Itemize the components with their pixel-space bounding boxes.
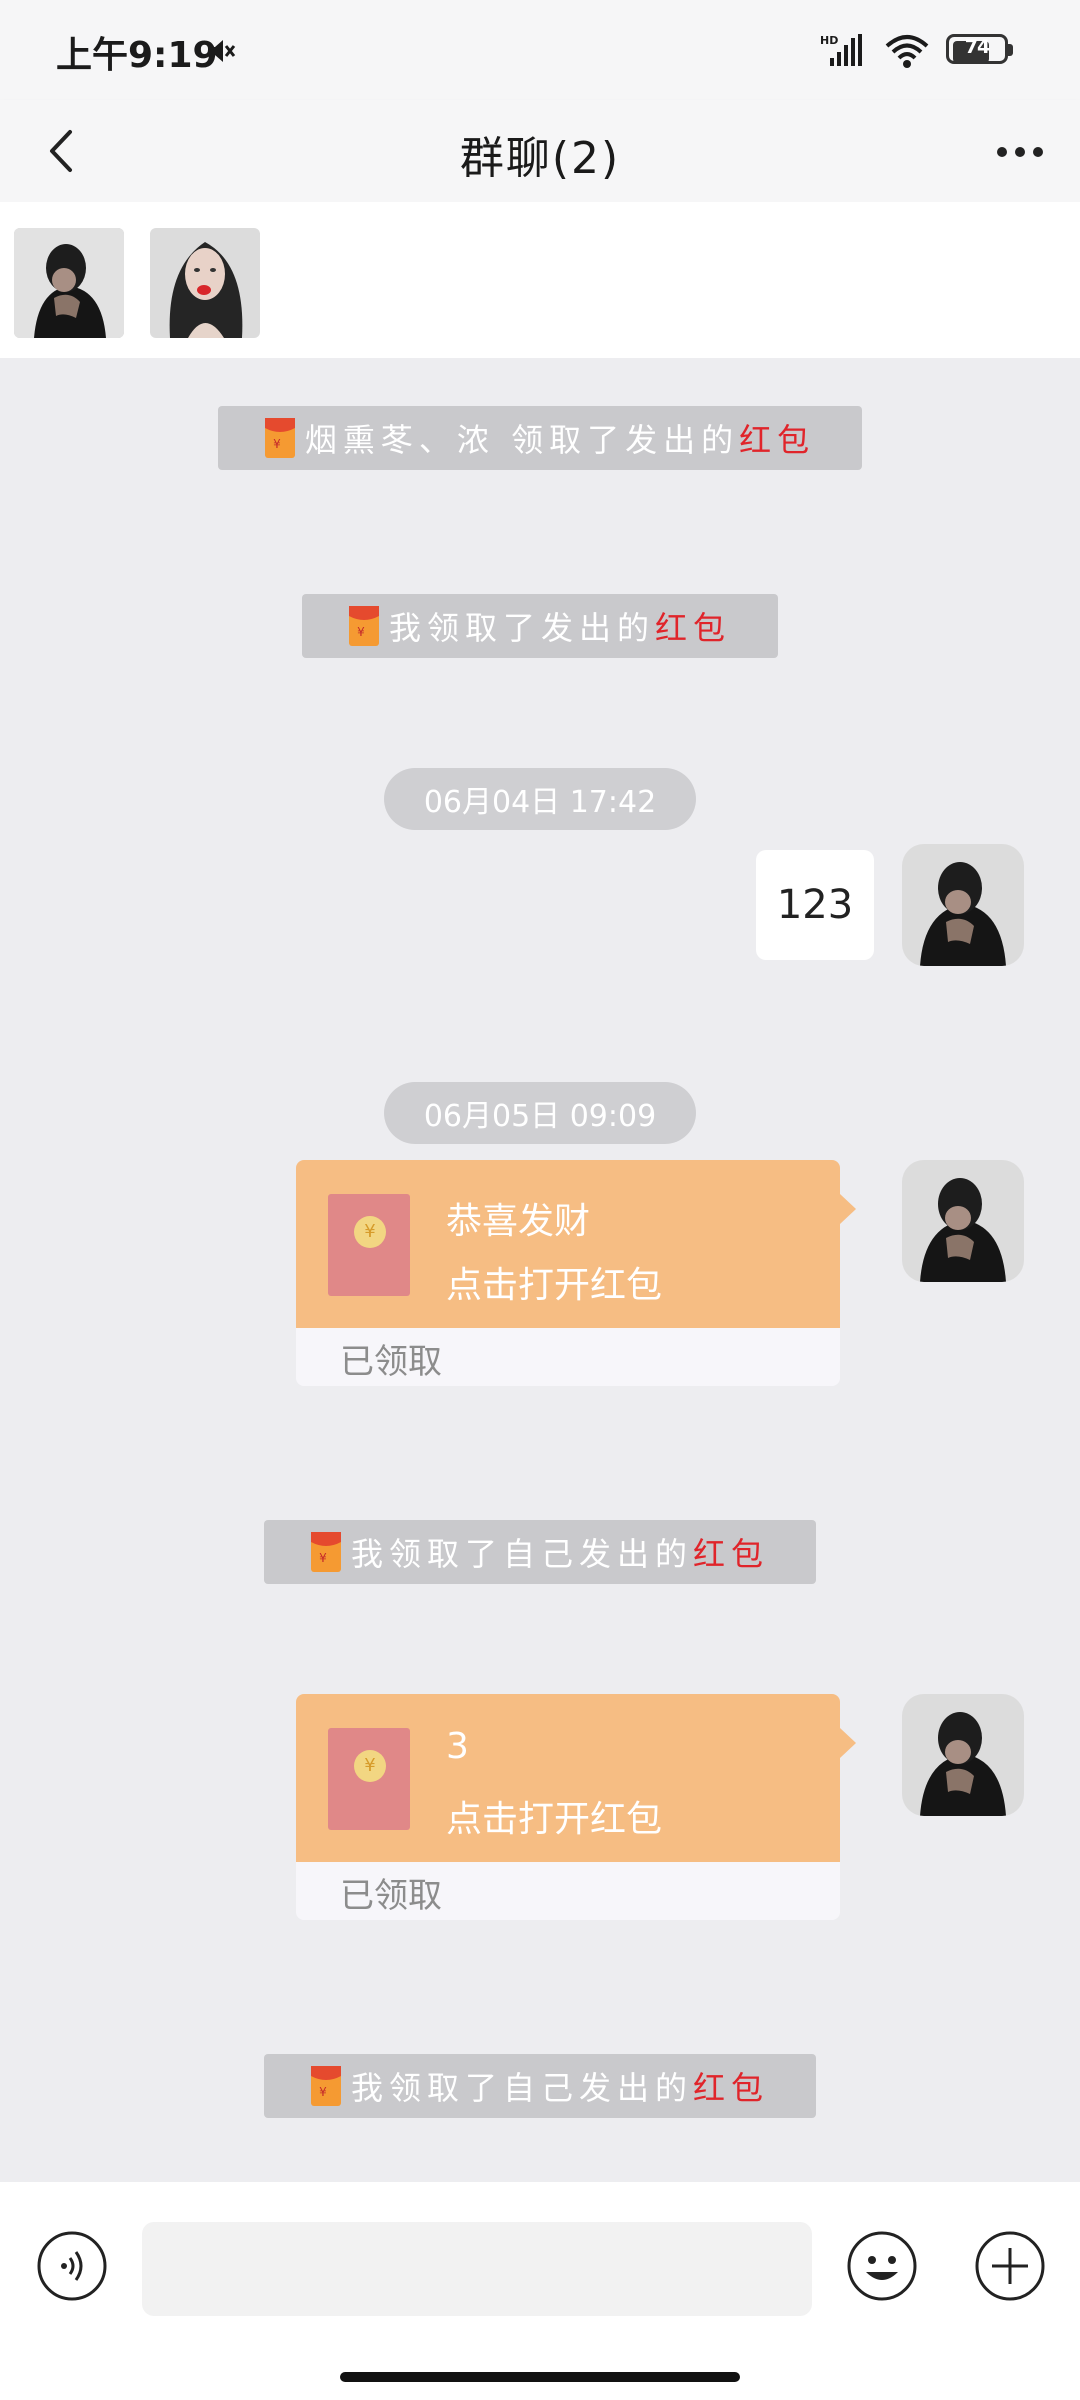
notice-text: 烟熏苳、浓 领取了发出的 <box>304 421 740 459</box>
red-packet-body: ¥ 3 点击打开红包 <box>296 1694 840 1862</box>
home-indicator[interactable] <box>340 2372 740 2382</box>
red-packet-icon: ¥ <box>310 1532 341 1572</box>
person-photo-icon <box>902 1160 1024 1282</box>
system-notice: ¥ 我领取了自己发出的 红包 <box>264 2054 816 2118</box>
red-packet-footer: 已领取 <box>296 1328 840 1386</box>
red-envelope-icon: ¥ <box>328 1194 410 1296</box>
red-packet-body: ¥ 恭喜发财 点击打开红包 <box>296 1160 840 1328</box>
svg-text:¥: ¥ <box>357 625 371 639</box>
avatar[interactable] <box>902 1694 1024 1816</box>
member-avatar[interactable] <box>150 228 260 338</box>
red-packet-link[interactable]: 红包 <box>655 603 731 649</box>
red-packet-link[interactable]: 红包 <box>693 1529 769 1575</box>
red-packet-subtitle: 点击打开红包 <box>446 1799 663 1840</box>
system-notice: ¥ 我领取了自己发出的 红包 <box>264 1520 816 1584</box>
svg-text:¥: ¥ <box>273 437 287 451</box>
battery-level: 74 <box>964 36 990 58</box>
input-bar <box>0 2182 1080 2400</box>
red-packet-subtitle: 点击打开红包 <box>446 1265 663 1306</box>
message-input[interactable] <box>142 2222 812 2316</box>
page-title: 群聊(2) <box>459 133 621 184</box>
mute-icon <box>209 40 236 62</box>
notice-text: 我领取了自己发出的 <box>350 1535 693 1573</box>
member-strip <box>0 202 1080 358</box>
bubble-tail <box>840 1194 856 1224</box>
red-packet-title: 3 <box>446 1726 469 1767</box>
timestamp: 06月04日 17:42 <box>384 768 696 830</box>
member-avatar[interactable] <box>14 228 124 338</box>
voice-icon[interactable] <box>36 2230 108 2302</box>
plus-icon[interactable] <box>974 2230 1046 2302</box>
red-packet-link[interactable]: 红包 <box>693 2063 769 2109</box>
system-notice: ¥ 烟熏苳、浓 领取了发出的 红包 <box>218 406 862 470</box>
red-packet-icon: ¥ <box>310 2066 341 2106</box>
wifi-icon <box>885 35 929 68</box>
chat-header: 群聊(2) <box>0 100 1080 202</box>
emoji-icon[interactable] <box>846 2230 918 2302</box>
coin-icon: ¥ <box>354 1750 386 1782</box>
svg-text:¥: ¥ <box>319 2085 333 2099</box>
status-bar: 上午9:19 HD 74 <box>0 0 1080 100</box>
battery-cap <box>1008 44 1013 56</box>
timestamp: 06月05日 09:09 <box>384 1082 696 1144</box>
status-time: 上午9:19 <box>56 35 218 76</box>
red-packet-status: 已领取 <box>340 1342 442 1382</box>
person-photo-icon <box>902 1694 1024 1816</box>
more-icon[interactable] <box>990 124 1050 180</box>
person-photo-icon <box>902 844 1024 966</box>
red-packet-title: 恭喜发财 <box>446 1201 591 1242</box>
person-photo-icon <box>150 228 260 338</box>
red-packet-icon: ¥ <box>264 418 295 458</box>
avatar[interactable] <box>902 844 1024 966</box>
avatar[interactable] <box>902 1160 1024 1282</box>
chat-area[interactable]: ¥ 烟熏苳、浓 领取了发出的 红包 ¥ 我领取了发出的 红包 06月04日 17:4… <box>0 358 1080 2182</box>
red-envelope-icon: ¥ <box>328 1728 410 1830</box>
svg-text:¥: ¥ <box>319 1551 333 1565</box>
bubble-tail <box>840 1728 856 1758</box>
person-photo-icon <box>14 228 124 338</box>
message-bubble[interactable]: 123 <box>756 850 874 960</box>
red-packet-status: 已领取 <box>340 1876 442 1916</box>
red-packet-footer: 已领取 <box>296 1862 840 1920</box>
red-packet-message[interactable]: ¥ 3 点击打开红包 已领取 <box>296 1694 856 1920</box>
notice-text: 我领取了发出的 <box>388 609 655 647</box>
signal-icon: HD <box>820 34 862 66</box>
coin-icon: ¥ <box>354 1216 386 1248</box>
red-packet-icon: ¥ <box>348 606 379 646</box>
svg-text:HD: HD <box>820 34 838 47</box>
red-packet-message[interactable]: ¥ 恭喜发财 点击打开红包 已领取 <box>296 1160 856 1386</box>
notice-text: 我领取了自己发出的 <box>350 2069 693 2107</box>
system-notice: ¥ 我领取了发出的 红包 <box>302 594 778 658</box>
red-packet-link[interactable]: 红包 <box>739 415 815 461</box>
battery-indicator: 74 <box>946 34 1016 68</box>
